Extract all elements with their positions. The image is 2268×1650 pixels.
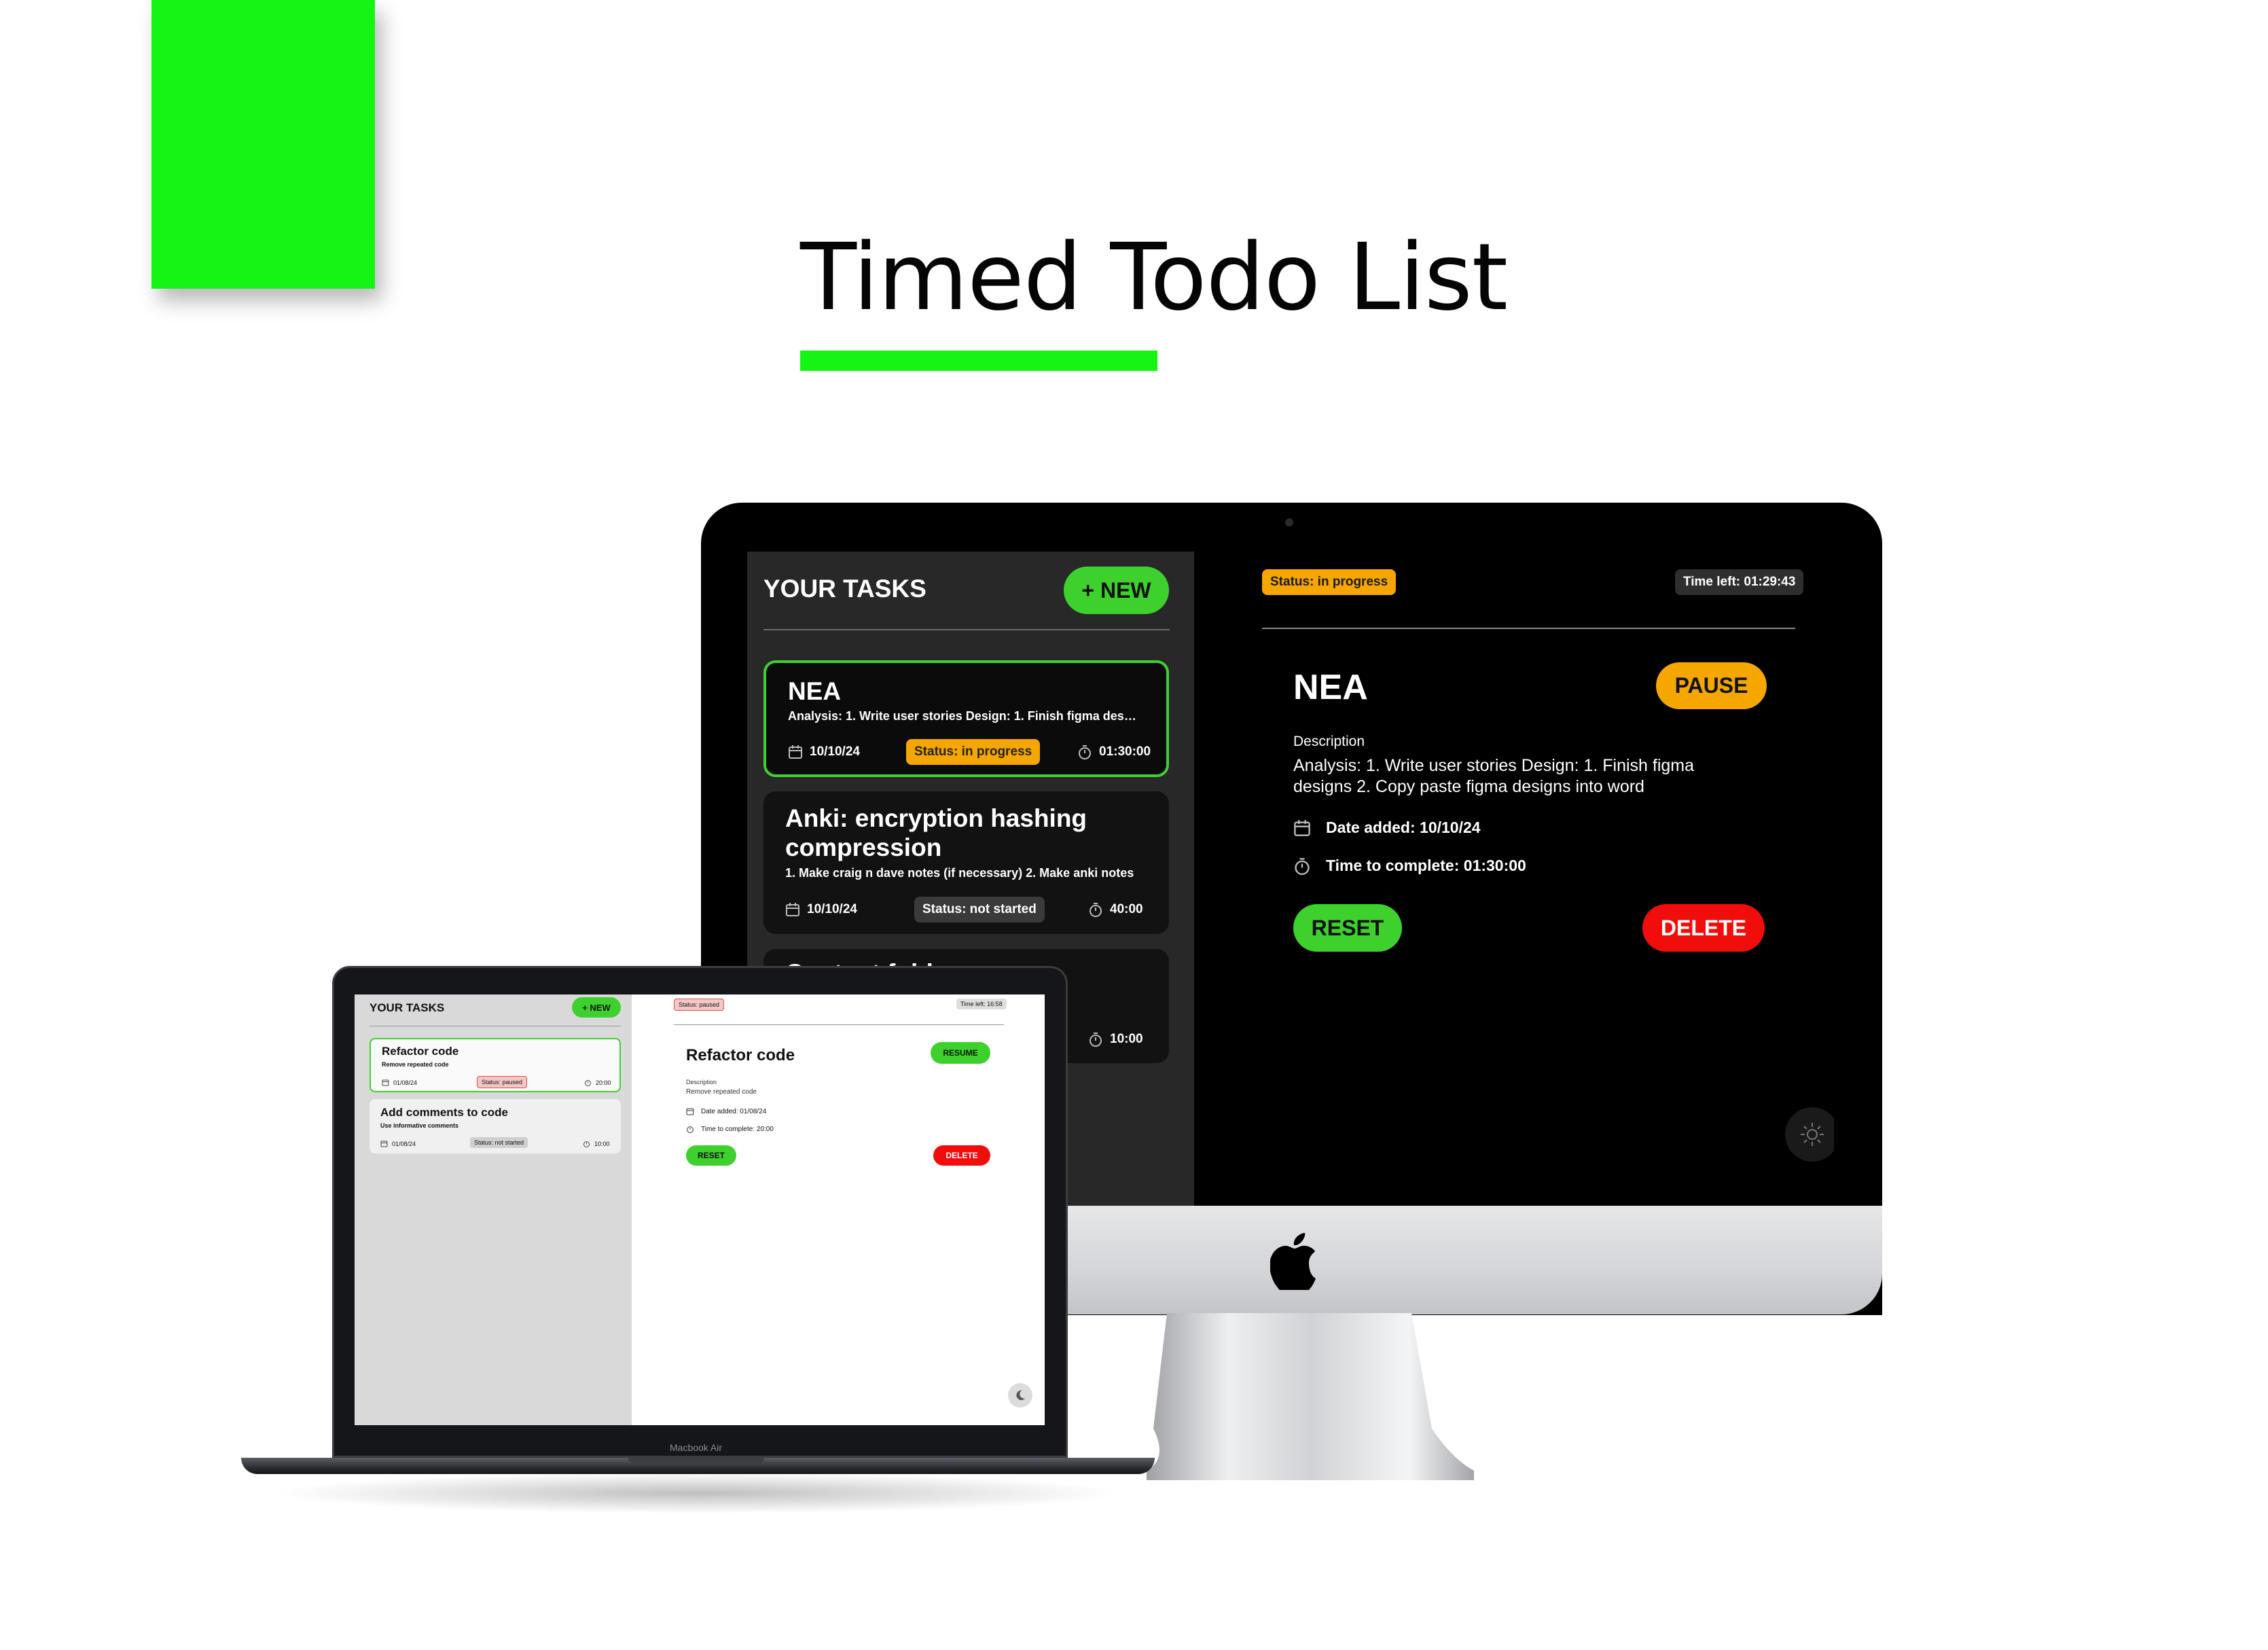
stopwatch-icon	[687, 1126, 694, 1133]
apple-logo-icon	[1270, 1233, 1316, 1290]
time-to-complete-row: Time to complete: 01:30:00	[1293, 857, 1526, 875]
date-added-text: Date added: 10/10/24	[1326, 819, 1481, 836]
detail-description: Remove repeated code	[686, 1088, 757, 1096]
task-title: Add comments to code	[380, 1106, 508, 1119]
task-title: Refactor code	[382, 1045, 459, 1058]
pause-button[interactable]: PAUSE	[1656, 662, 1767, 709]
task-duration-text: 10:00	[1110, 1032, 1143, 1046]
task-description: Use informative comments	[380, 1122, 459, 1129]
laptop-label: Macbook Air	[670, 1442, 723, 1453]
task-duration: 10:00	[1088, 1032, 1143, 1047]
task-card[interactable]: Anki: encryption hashing compression 1. …	[763, 791, 1169, 934]
stopwatch-icon	[1090, 1033, 1102, 1047]
hero-underline	[800, 351, 1157, 371]
delete-button[interactable]: DELETE	[1642, 904, 1765, 952]
task-date: 01/08/24	[382, 1079, 417, 1086]
task-card[interactable]: Refactor code Remove repeated code 01/08…	[370, 1038, 621, 1092]
task-date-text: 10/10/24	[810, 745, 860, 759]
task-date: 01/08/24	[380, 1140, 416, 1147]
stopwatch-icon	[585, 1080, 591, 1086]
stopwatch-icon	[583, 1141, 590, 1147]
task-date-text: 10/10/24	[807, 902, 857, 916]
theme-toggle-button[interactable]	[1785, 1107, 1834, 1162]
laptop-app-screen: YOUR TASKS + NEW Refactor code Remove re…	[355, 994, 1045, 1425]
calendar-icon	[786, 903, 799, 916]
calendar-icon	[686, 1108, 694, 1115]
delete-button[interactable]: DELETE	[933, 1145, 990, 1166]
detail-description: Analysis: 1. Write user stories Design: …	[1293, 756, 1695, 796]
task-duration-text: 40:00	[1110, 902, 1143, 916]
task-date-text: 01/08/24	[392, 1140, 416, 1147]
description-label: Description	[1293, 734, 1365, 749]
status-badge: Status: paused	[477, 1076, 528, 1088]
time-left-badge: Time left: 16:58	[956, 999, 1007, 1009]
divider	[1262, 628, 1795, 629]
detail-title: NEA	[1293, 668, 1368, 707]
reset-button[interactable]: RESET	[686, 1145, 736, 1166]
status-badge: Status: not started	[470, 1137, 528, 1148]
new-task-button[interactable]: + NEW	[1064, 567, 1169, 614]
time-left-badge: Time left: 01:29:43	[1675, 569, 1804, 595]
task-description: Remove repeated code	[382, 1061, 449, 1068]
sun-icon	[1801, 1123, 1824, 1146]
detail-title: Refactor code	[686, 1046, 795, 1064]
task-sidebar: YOUR TASKS + NEW Refactor code Remove re…	[355, 994, 632, 1425]
task-description: 1. Make craig n dave notes (if necessary…	[785, 866, 1134, 880]
description-label: Description	[686, 1079, 717, 1086]
task-card[interactable]: NEA Analysis: 1. Write user stories Desi…	[763, 660, 1169, 777]
time-to-complete-row: Time to complete: 20:00	[686, 1125, 774, 1133]
date-added-text: Date added: 01/08/24	[701, 1107, 767, 1115]
laptop-shadow	[272, 1473, 1124, 1513]
time-to-complete-text: Time to complete: 01:30:00	[1326, 857, 1526, 874]
stopwatch-icon	[1090, 903, 1102, 917]
stopwatch-icon	[1079, 745, 1091, 759]
calendar-icon	[382, 1079, 389, 1086]
detail-status-badge: Status: in progress	[1262, 569, 1397, 595]
task-duration: 40:00	[1088, 902, 1143, 917]
task-date-text: 01/08/24	[393, 1079, 418, 1086]
reset-button[interactable]: RESET	[1293, 904, 1402, 952]
task-date: 10/10/24	[788, 745, 860, 759]
date-added-row: Date added: 10/10/24	[1293, 819, 1481, 837]
date-added-row: Date added: 01/08/24	[686, 1107, 766, 1115]
status-badge: Status: in progress	[906, 739, 1041, 765]
task-title: NEA	[788, 677, 842, 705]
resume-button[interactable]: RESUME	[931, 1042, 990, 1064]
new-task-button[interactable]: + NEW	[572, 997, 621, 1018]
divider	[763, 629, 1170, 630]
sidebar-title: YOUR TASKS	[763, 575, 926, 603]
task-duration-text: 20:00	[596, 1079, 611, 1086]
time-to-complete-text: Time to complete: 20:00	[701, 1125, 774, 1133]
task-duration: 01:30:00	[1077, 745, 1151, 759]
task-duration-text: 01:30:00	[1099, 745, 1151, 759]
calendar-icon	[380, 1141, 388, 1147]
sidebar-title: YOUR TASKS	[370, 1001, 445, 1014]
task-duration: 10:00	[583, 1140, 610, 1147]
task-card[interactable]: Add comments to code Use informative com…	[370, 1099, 621, 1153]
task-description: Analysis: 1. Write user stories Design: …	[788, 709, 1136, 723]
task-date: 10/10/24	[785, 902, 857, 917]
imac-camera	[1285, 518, 1293, 526]
hero-title: Timed Todo List	[800, 224, 1508, 331]
task-duration: 20:00	[584, 1079, 611, 1086]
theme-toggle-button[interactable]	[1008, 1383, 1032, 1407]
moon-icon	[1016, 1390, 1026, 1401]
calendar-icon	[1294, 819, 1310, 836]
divider	[674, 1024, 1004, 1025]
stopwatch-icon	[1295, 857, 1310, 875]
calendar-icon	[789, 745, 802, 759]
task-duration-text: 10:00	[594, 1140, 610, 1147]
laptop-notch	[628, 1458, 764, 1465]
status-badge: Status: not started	[914, 897, 1045, 922]
detail-status-badge: Status: paused	[674, 999, 725, 1011]
task-title: Anki: encryption hashing compression	[785, 804, 1087, 861]
imac-stand	[1147, 1313, 1474, 1480]
accent-block	[151, 0, 375, 289]
